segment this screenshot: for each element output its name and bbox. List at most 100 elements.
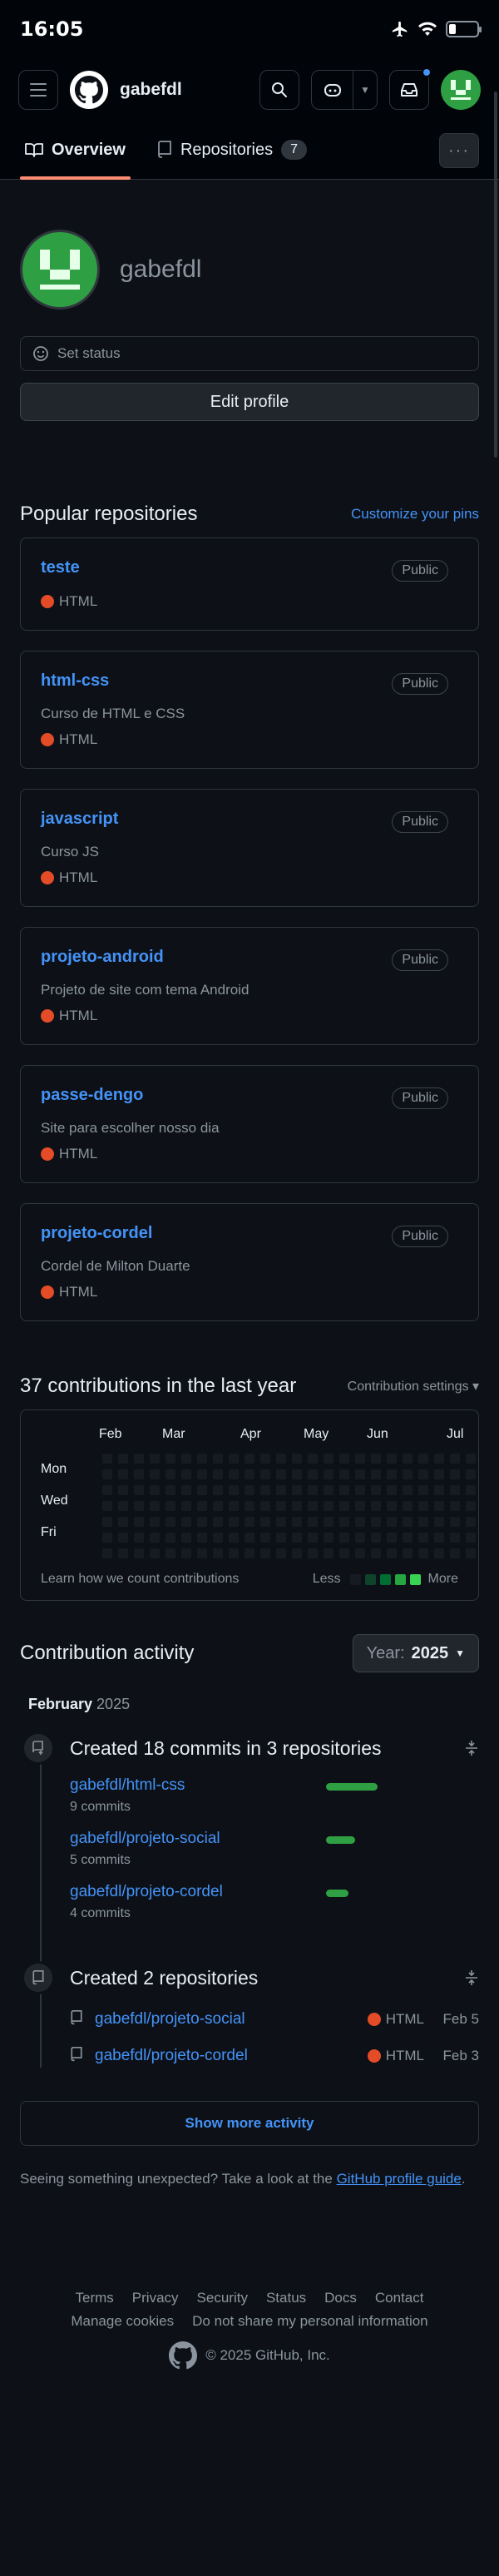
contribution-cell[interactable] bbox=[371, 1454, 381, 1464]
contribution-cell[interactable] bbox=[355, 1485, 365, 1495]
contribution-cell[interactable] bbox=[245, 1533, 254, 1543]
contribution-cell[interactable] bbox=[434, 1485, 444, 1495]
contribution-cell[interactable] bbox=[118, 1548, 128, 1558]
contribution-cell[interactable] bbox=[134, 1485, 144, 1495]
contribution-cell[interactable] bbox=[403, 1485, 413, 1495]
inbox-button[interactable] bbox=[389, 67, 432, 110]
contribution-cell[interactable] bbox=[450, 1517, 460, 1527]
contribution-cell[interactable] bbox=[150, 1548, 160, 1558]
contribution-cell[interactable] bbox=[387, 1517, 397, 1527]
customize-pins-link[interactable]: Customize your pins bbox=[351, 506, 479, 523]
contribution-cell[interactable] bbox=[245, 1517, 254, 1527]
footer-link[interactable]: Terms bbox=[76, 2290, 114, 2306]
contribution-cell[interactable] bbox=[134, 1454, 144, 1464]
contribution-cell[interactable] bbox=[355, 1469, 365, 1479]
contribution-cell[interactable] bbox=[181, 1548, 191, 1558]
contribution-cell[interactable] bbox=[308, 1533, 318, 1543]
contribution-cell[interactable] bbox=[245, 1485, 254, 1495]
contribution-cell[interactable] bbox=[197, 1454, 207, 1464]
contribution-cell[interactable] bbox=[450, 1501, 460, 1511]
contribution-cell[interactable] bbox=[276, 1454, 286, 1464]
contribution-cell[interactable] bbox=[150, 1517, 160, 1527]
contribution-cell[interactable] bbox=[466, 1454, 476, 1464]
contribution-cell[interactable] bbox=[434, 1469, 444, 1479]
contribution-cell[interactable] bbox=[403, 1469, 413, 1479]
contribution-cell[interactable] bbox=[450, 1454, 460, 1464]
contribution-cell[interactable] bbox=[450, 1533, 460, 1543]
contribution-cell[interactable] bbox=[466, 1548, 476, 1558]
contribution-cell[interactable] bbox=[434, 1533, 444, 1543]
contribution-cell[interactable] bbox=[245, 1548, 254, 1558]
tab-repositories[interactable]: Repositories 7 bbox=[152, 121, 312, 179]
contribution-cell[interactable] bbox=[134, 1533, 144, 1543]
contribution-cell[interactable] bbox=[466, 1501, 476, 1511]
contribution-cell[interactable] bbox=[371, 1517, 381, 1527]
contribution-cell[interactable] bbox=[102, 1469, 112, 1479]
footer-link[interactable]: Status bbox=[266, 2290, 306, 2306]
contribution-cell[interactable] bbox=[339, 1454, 349, 1464]
contribution-cell[interactable] bbox=[339, 1548, 349, 1558]
contribution-cell[interactable] bbox=[260, 1501, 270, 1511]
contribution-cell[interactable] bbox=[292, 1501, 302, 1511]
contribution-cell[interactable] bbox=[118, 1501, 128, 1511]
more-options-button[interactable]: ··· bbox=[439, 133, 479, 168]
contribution-cell[interactable] bbox=[150, 1454, 160, 1464]
contribution-cell[interactable] bbox=[102, 1485, 112, 1495]
contribution-cell[interactable] bbox=[418, 1517, 428, 1527]
contribution-cell[interactable] bbox=[450, 1548, 460, 1558]
contribution-cell[interactable] bbox=[418, 1533, 428, 1543]
menu-button[interactable] bbox=[18, 70, 58, 110]
contribution-cell[interactable] bbox=[371, 1501, 381, 1511]
contribution-cell[interactable] bbox=[276, 1517, 286, 1527]
contribution-cell[interactable] bbox=[324, 1501, 333, 1511]
contribution-cell[interactable] bbox=[339, 1469, 349, 1479]
repo-name-link[interactable]: html-css bbox=[41, 671, 109, 690]
contribution-cell[interactable] bbox=[102, 1517, 112, 1527]
contribution-cell[interactable] bbox=[150, 1469, 160, 1479]
contribution-cell[interactable] bbox=[134, 1469, 144, 1479]
contribution-cell[interactable] bbox=[134, 1517, 144, 1527]
contribution-cell[interactable] bbox=[260, 1485, 270, 1495]
set-status-button[interactable]: Set status bbox=[20, 336, 479, 371]
footer-link[interactable]: Security bbox=[197, 2290, 248, 2306]
contribution-cell[interactable] bbox=[102, 1501, 112, 1511]
contribution-cell[interactable] bbox=[213, 1533, 223, 1543]
repo-name-link[interactable]: teste bbox=[41, 558, 80, 577]
contribution-cell[interactable] bbox=[434, 1501, 444, 1511]
contribution-cell[interactable] bbox=[150, 1501, 160, 1511]
contribution-cell[interactable] bbox=[276, 1485, 286, 1495]
contribution-cell[interactable] bbox=[181, 1533, 191, 1543]
contribution-cell[interactable] bbox=[403, 1548, 413, 1558]
contribution-cell[interactable] bbox=[355, 1548, 365, 1558]
contribution-cell[interactable] bbox=[355, 1517, 365, 1527]
edit-profile-button[interactable]: Edit profile bbox=[20, 383, 479, 421]
contribution-cell[interactable] bbox=[324, 1469, 333, 1479]
contribution-cell[interactable] bbox=[276, 1469, 286, 1479]
contribution-cell[interactable] bbox=[387, 1454, 397, 1464]
contribution-cell[interactable] bbox=[403, 1501, 413, 1511]
contribution-cell[interactable] bbox=[213, 1454, 223, 1464]
contribution-cell[interactable] bbox=[418, 1454, 428, 1464]
contribution-cell[interactable] bbox=[292, 1454, 302, 1464]
contribution-cell[interactable] bbox=[308, 1517, 318, 1527]
contribution-cell[interactable] bbox=[387, 1501, 397, 1511]
contribution-cell[interactable] bbox=[339, 1485, 349, 1495]
contribution-cell[interactable] bbox=[260, 1533, 270, 1543]
contribution-cell[interactable] bbox=[213, 1469, 223, 1479]
tab-overview[interactable]: Overview bbox=[20, 121, 131, 180]
contribution-cell[interactable] bbox=[418, 1548, 428, 1558]
contribution-cell[interactable] bbox=[166, 1501, 175, 1511]
contribution-cell[interactable] bbox=[292, 1517, 302, 1527]
github-logo-icon[interactable] bbox=[70, 71, 108, 109]
contribution-cell[interactable] bbox=[355, 1533, 365, 1543]
contribution-cell[interactable] bbox=[213, 1548, 223, 1558]
contribution-cell[interactable] bbox=[339, 1533, 349, 1543]
contribution-cell[interactable] bbox=[324, 1533, 333, 1543]
contribution-cell[interactable] bbox=[134, 1501, 144, 1511]
contribution-cell[interactable] bbox=[134, 1548, 144, 1558]
chevron-down-icon[interactable]: ▼ bbox=[353, 71, 377, 109]
contribution-cell[interactable] bbox=[213, 1517, 223, 1527]
fold-icon[interactable] bbox=[464, 1969, 479, 1990]
contribution-cell[interactable] bbox=[197, 1548, 207, 1558]
contribution-cell[interactable] bbox=[118, 1533, 128, 1543]
